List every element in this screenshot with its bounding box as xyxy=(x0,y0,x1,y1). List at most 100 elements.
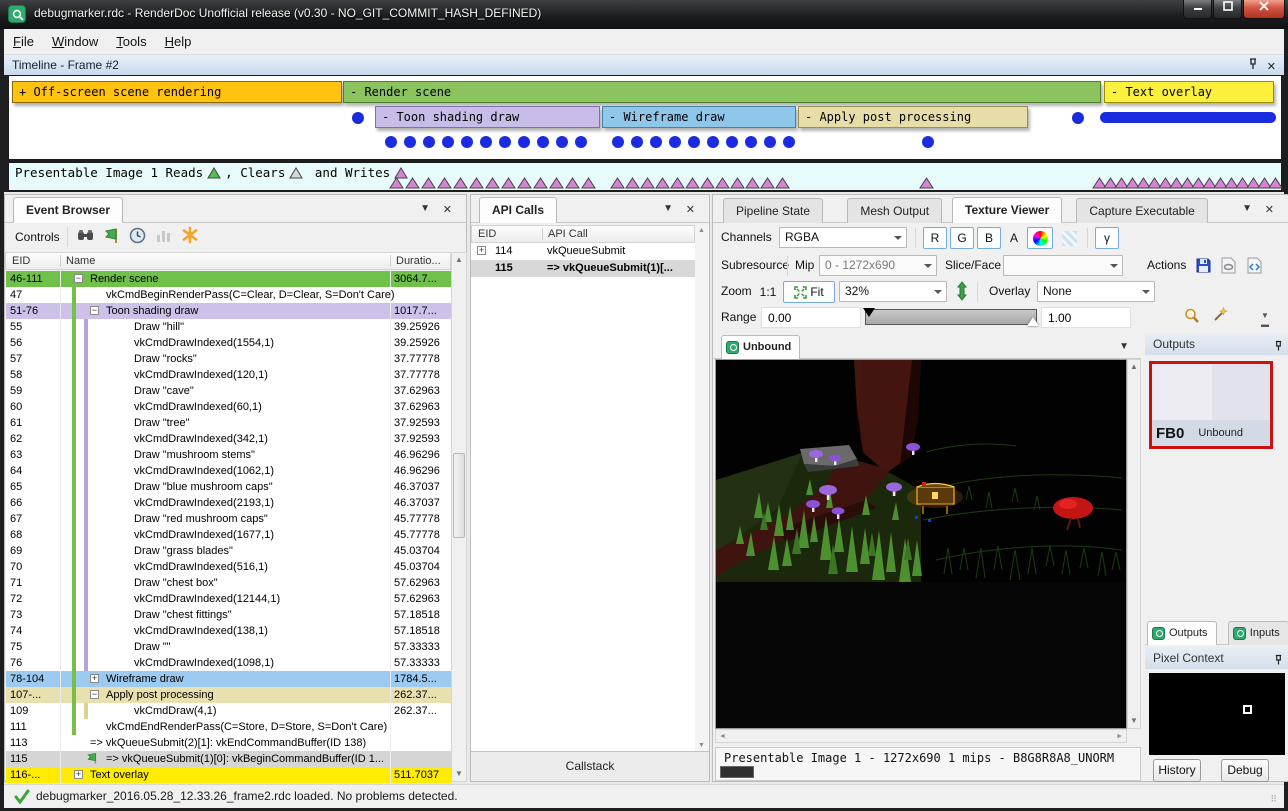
draw-marker-dot[interactable] xyxy=(688,136,700,148)
zoom-level-select[interactable]: 32% xyxy=(839,281,947,302)
draw-marker-dot[interactable] xyxy=(764,136,776,148)
close-icon[interactable]: ✕ xyxy=(686,203,695,216)
event-row[interactable]: 6137.92593Draw "tree" xyxy=(6,415,451,431)
menu-window[interactable]: Window xyxy=(43,29,107,54)
controls-label[interactable]: Controls xyxy=(15,226,60,248)
draw-marker-dot[interactable] xyxy=(631,136,643,148)
col-duration[interactable]: Duratio... xyxy=(396,255,441,267)
api-calls-scrollbar[interactable]: ▲ ▼ xyxy=(695,225,709,751)
event-browser-scrollbar[interactable]: ▲ ▼ xyxy=(451,252,467,782)
zoom-fit-button[interactable]: Fit xyxy=(783,281,835,303)
event-row[interactable]: 51-761017.7...−Toon shading draw xyxy=(6,303,451,319)
draw-marker-dot[interactable] xyxy=(669,136,681,148)
timeline-bar[interactable]: - Text overlay xyxy=(1104,81,1274,103)
debug-button[interactable]: Debug xyxy=(1221,759,1269,782)
overlay-select[interactable]: None xyxy=(1037,281,1155,302)
collapse-icon[interactable]: − xyxy=(74,274,83,283)
find-event-icon[interactable] xyxy=(77,228,95,249)
event-row[interactable]: 7045.03704vkCmdDrawIndexed(516,1) xyxy=(6,559,451,575)
event-row[interactable]: 6646.37037vkCmdDrawIndexed(2193,1) xyxy=(6,495,451,511)
checkerboard-background-button[interactable] xyxy=(1056,227,1082,249)
event-row[interactable]: 5837.77778vkCmdDrawIndexed(120,1) xyxy=(6,367,451,383)
draw-marker-dot[interactable] xyxy=(726,136,738,148)
open-code-icon[interactable] xyxy=(1247,257,1262,279)
event-row[interactable]: 116-...511.7037+Text overlay xyxy=(6,767,451,783)
draw-marker-dot[interactable] xyxy=(707,136,719,148)
event-row[interactable]: 5937.62963Draw "cave" xyxy=(6,383,451,399)
tab-current-texture[interactable]: Unbound xyxy=(721,335,800,359)
menu-file[interactable]: File xyxy=(4,29,43,54)
draw-marker-dot[interactable] xyxy=(922,136,934,148)
menu-tools[interactable]: Tools xyxy=(107,29,155,54)
tab-inputs[interactable]: Inputs xyxy=(1228,621,1288,645)
event-row[interactable]: 6237.92593vkCmdDrawIndexed(342,1) xyxy=(6,431,451,447)
col-eid[interactable]: EID xyxy=(478,228,496,240)
timeline-canvas[interactable]: + Off-screen scene rendering- Render sce… xyxy=(8,75,1282,160)
close-icon[interactable]: ✕ xyxy=(443,203,452,216)
col-eid[interactable]: EID xyxy=(12,255,30,267)
menu-help[interactable]: Help xyxy=(156,29,201,54)
event-row[interactable]: 7457.18518vkCmdDrawIndexed(138,1) xyxy=(6,623,451,639)
time-draws-icon[interactable] xyxy=(129,227,146,249)
draw-marker-dot[interactable] xyxy=(1072,112,1084,124)
zoom-range-icon[interactable] xyxy=(1183,307,1201,330)
custom-options-icon[interactable] xyxy=(181,226,199,249)
col-api-call[interactable]: API Call xyxy=(548,228,588,240)
range-white-handle[interactable] xyxy=(1027,311,1039,326)
range-slider[interactable] xyxy=(865,309,1037,325)
event-row[interactable]: 107-...262.37...−Apply post processing xyxy=(6,687,451,703)
draw-marker-dot[interactable] xyxy=(518,136,530,148)
event-row[interactable]: 46-1113064.7...−Render scene xyxy=(6,271,451,287)
zoom-1to1-button[interactable]: 1:1 xyxy=(755,281,781,303)
range-max-field[interactable]: 1.00 xyxy=(1041,307,1131,328)
channel-alpha-toggle[interactable]: A xyxy=(1004,227,1024,249)
event-row[interactable]: 47vkCmdBeginRenderPass(C=Clear, D=Clear,… xyxy=(6,287,451,303)
draw-marker-dot[interactable] xyxy=(556,136,568,148)
event-row[interactable]: 6546.37037Draw "blue mushroom caps" xyxy=(6,479,451,495)
fb0-thumbnail[interactable]: FB0 Unbound xyxy=(1149,361,1273,449)
pixel-context-view[interactable] xyxy=(1149,673,1285,755)
channel-blue-toggle[interactable]: B xyxy=(977,227,1001,249)
timeline-bar[interactable]: - Render scene xyxy=(343,81,1101,103)
event-row[interactable]: 5539.25926Draw "hill" xyxy=(6,319,451,335)
color-wheel-button[interactable] xyxy=(1027,227,1053,249)
draw-marker-dot[interactable] xyxy=(480,136,492,148)
texture-hscrollbar[interactable]: ◄ ► xyxy=(715,729,1127,743)
mip-select[interactable]: 0 - 1272x690 xyxy=(819,255,937,276)
texture-display[interactable] xyxy=(715,359,1127,729)
event-row[interactable]: 6845.77778vkCmdDrawIndexed(1677,1) xyxy=(6,527,451,543)
timeline-bar[interactable]: - Wireframe draw xyxy=(602,106,796,128)
event-row[interactable]: 7557.33333Draw "" xyxy=(6,639,451,655)
draw-marker-dot[interactable] xyxy=(783,136,795,148)
expand-icon[interactable]: + xyxy=(90,674,99,683)
tab-event-browser[interactable]: Event Browser xyxy=(13,197,123,223)
event-row[interactable]: 115=> vkQueueSubmit(1)[0]: vkBeginComman… xyxy=(6,751,451,767)
channel-green-toggle[interactable]: G xyxy=(950,227,974,249)
draw-marker-dot[interactable] xyxy=(404,136,416,148)
chevron-down-icon[interactable]: ▼ xyxy=(1119,341,1129,352)
event-row[interactable]: 7357.18518Draw "chest fittings" xyxy=(6,607,451,623)
close-button[interactable] xyxy=(1243,0,1285,19)
event-row[interactable]: 5639.25926vkCmdDrawIndexed(1554,1) xyxy=(6,335,451,351)
event-row[interactable]: 5737.77778Draw "rocks" xyxy=(6,351,451,367)
chevron-down-icon[interactable]: ▼ xyxy=(1242,203,1252,214)
expand-icon[interactable]: + xyxy=(477,246,486,255)
callstack-label[interactable]: Callstack xyxy=(566,759,615,773)
api-call-row[interactable]: +114vkQueueSubmit xyxy=(471,243,695,260)
pin-icon[interactable] xyxy=(1248,56,1258,76)
bookmark-flag-icon[interactable] xyxy=(103,227,121,250)
flip-y-icon[interactable] xyxy=(955,281,969,306)
event-row[interactable]: 78-1041784.5...+Wireframe draw xyxy=(6,671,451,687)
collapse-icon[interactable]: − xyxy=(90,690,99,699)
tab-outputs[interactable]: Outputs xyxy=(1147,621,1217,645)
history-button[interactable]: History xyxy=(1153,759,1201,782)
event-row[interactable]: 6446.96296vkCmdDrawIndexed(1062,1) xyxy=(6,463,451,479)
timeline-bar[interactable]: - Toon shading draw xyxy=(375,106,600,128)
api-calls-column-header[interactable]: EID API Call xyxy=(471,225,695,243)
close-icon[interactable]: ✕ xyxy=(1267,57,1276,77)
range-options-chevron-icon[interactable]: ▼▬ xyxy=(1261,311,1269,329)
draw-marker-dot[interactable] xyxy=(423,136,435,148)
col-name[interactable]: Name xyxy=(66,255,95,267)
range-black-handle[interactable] xyxy=(863,308,875,323)
expand-icon[interactable]: + xyxy=(74,770,83,779)
